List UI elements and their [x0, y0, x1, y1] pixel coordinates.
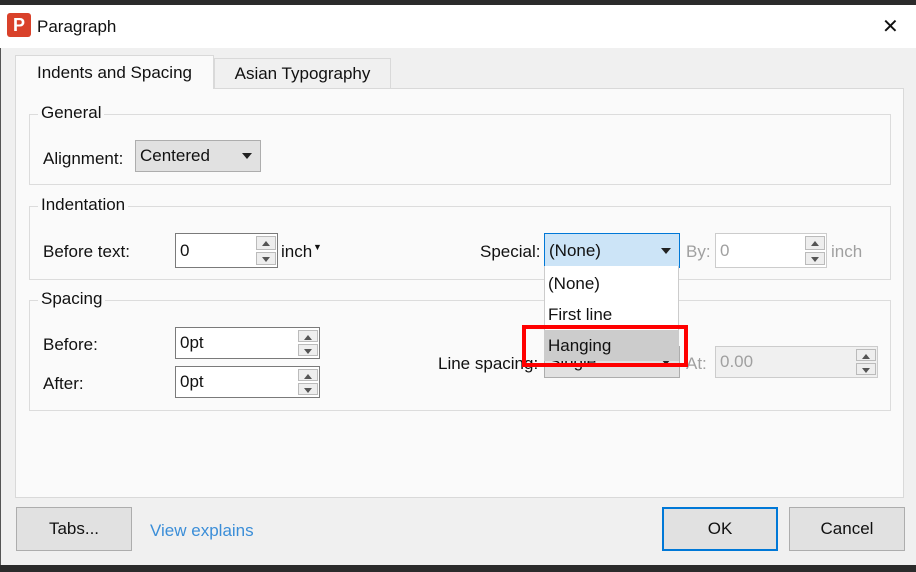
highlight-box: [522, 325, 688, 367]
spin-down-icon[interactable]: [856, 363, 876, 375]
spin-up-icon[interactable]: [256, 236, 276, 250]
cancel-button[interactable]: Cancel: [789, 507, 905, 551]
at-value: 0.00: [720, 352, 754, 371]
spacing-group: Spacing Before: 0pt After: 0pt Line spac…: [29, 289, 891, 411]
spin-up-icon[interactable]: [298, 330, 318, 342]
tab-indents-and-spacing[interactable]: Indents and Spacing: [15, 55, 214, 89]
at-input[interactable]: 0.00: [715, 346, 878, 378]
window-title: Paragraph: [37, 17, 117, 36]
alignment-select[interactable]: Centered: [135, 140, 261, 172]
unit-dropdown-icon[interactable]: ▼: [313, 242, 322, 252]
group-title: General: [38, 103, 105, 123]
spin-up-icon[interactable]: [856, 349, 876, 361]
by-input[interactable]: 0: [715, 233, 827, 268]
group-title: Spacing: [38, 289, 106, 309]
by-spinner[interactable]: [805, 235, 825, 266]
cancel-button-label: Cancel: [820, 519, 874, 538]
chevron-down-icon: [661, 247, 671, 254]
title-bar: P Paragraph ✕: [0, 5, 916, 48]
tab-label: Indents and Spacing: [36, 62, 192, 82]
ok-button[interactable]: OK: [662, 507, 778, 551]
alignment-label: Alignment:: [43, 149, 124, 168]
alignment-value: Centered: [140, 146, 210, 165]
before-text-spinner[interactable]: [256, 235, 276, 266]
spacing-before-spinner[interactable]: [298, 329, 318, 357]
spacing-after-label: After:: [43, 374, 84, 393]
spin-down-icon[interactable]: [298, 344, 318, 356]
by-value: 0: [720, 240, 730, 260]
app-logo-icon: P: [7, 13, 31, 37]
before-text-label: Before text:: [43, 242, 130, 261]
before-text-value: 0: [180, 240, 190, 260]
special-value: (None): [549, 240, 601, 260]
spacing-after-spinner[interactable]: [298, 368, 318, 396]
general-group: General Alignment: Centered: [29, 103, 891, 185]
tab-asian-typography[interactable]: Asian Typography: [214, 58, 391, 88]
ok-button-label: OK: [707, 519, 733, 538]
at-spinner[interactable]: [856, 348, 876, 376]
indentation-group: Indentation Before text: 0 inch ▼ Specia…: [29, 195, 891, 280]
spacing-before-value: 0pt: [180, 333, 204, 352]
spin-down-icon[interactable]: [805, 251, 825, 265]
special-select[interactable]: (None): [544, 233, 680, 268]
tab-panel: General Alignment: Centered Indentation …: [15, 88, 904, 498]
by-label: By:: [686, 242, 711, 261]
tabs-button-label: Tabs...: [48, 519, 100, 538]
by-unit[interactable]: inch: [831, 242, 862, 262]
close-icon[interactable]: ✕: [882, 14, 899, 39]
spacing-before-input[interactable]: 0pt: [175, 327, 320, 359]
spin-up-icon[interactable]: [298, 369, 318, 381]
spacing-after-value: 0pt: [180, 372, 204, 391]
before-text-unit[interactable]: inch: [281, 242, 312, 262]
tabs-button[interactable]: Tabs...: [16, 507, 132, 551]
view-explains-link[interactable]: View explains: [150, 521, 254, 541]
before-text-input[interactable]: 0: [175, 233, 278, 268]
spin-up-icon[interactable]: [805, 236, 825, 250]
at-label: At:: [686, 354, 707, 373]
chevron-down-icon: [242, 153, 252, 159]
spacing-before-label: Before:: [43, 335, 98, 354]
spin-down-icon[interactable]: [298, 383, 318, 395]
group-title: Indentation: [38, 195, 129, 215]
tab-label: Asian Typography: [234, 63, 371, 83]
special-label: Special:: [480, 242, 541, 261]
spacing-after-input[interactable]: 0pt: [175, 366, 320, 398]
special-option-none[interactable]: (None): [545, 268, 678, 299]
spin-down-icon[interactable]: [256, 251, 276, 265]
